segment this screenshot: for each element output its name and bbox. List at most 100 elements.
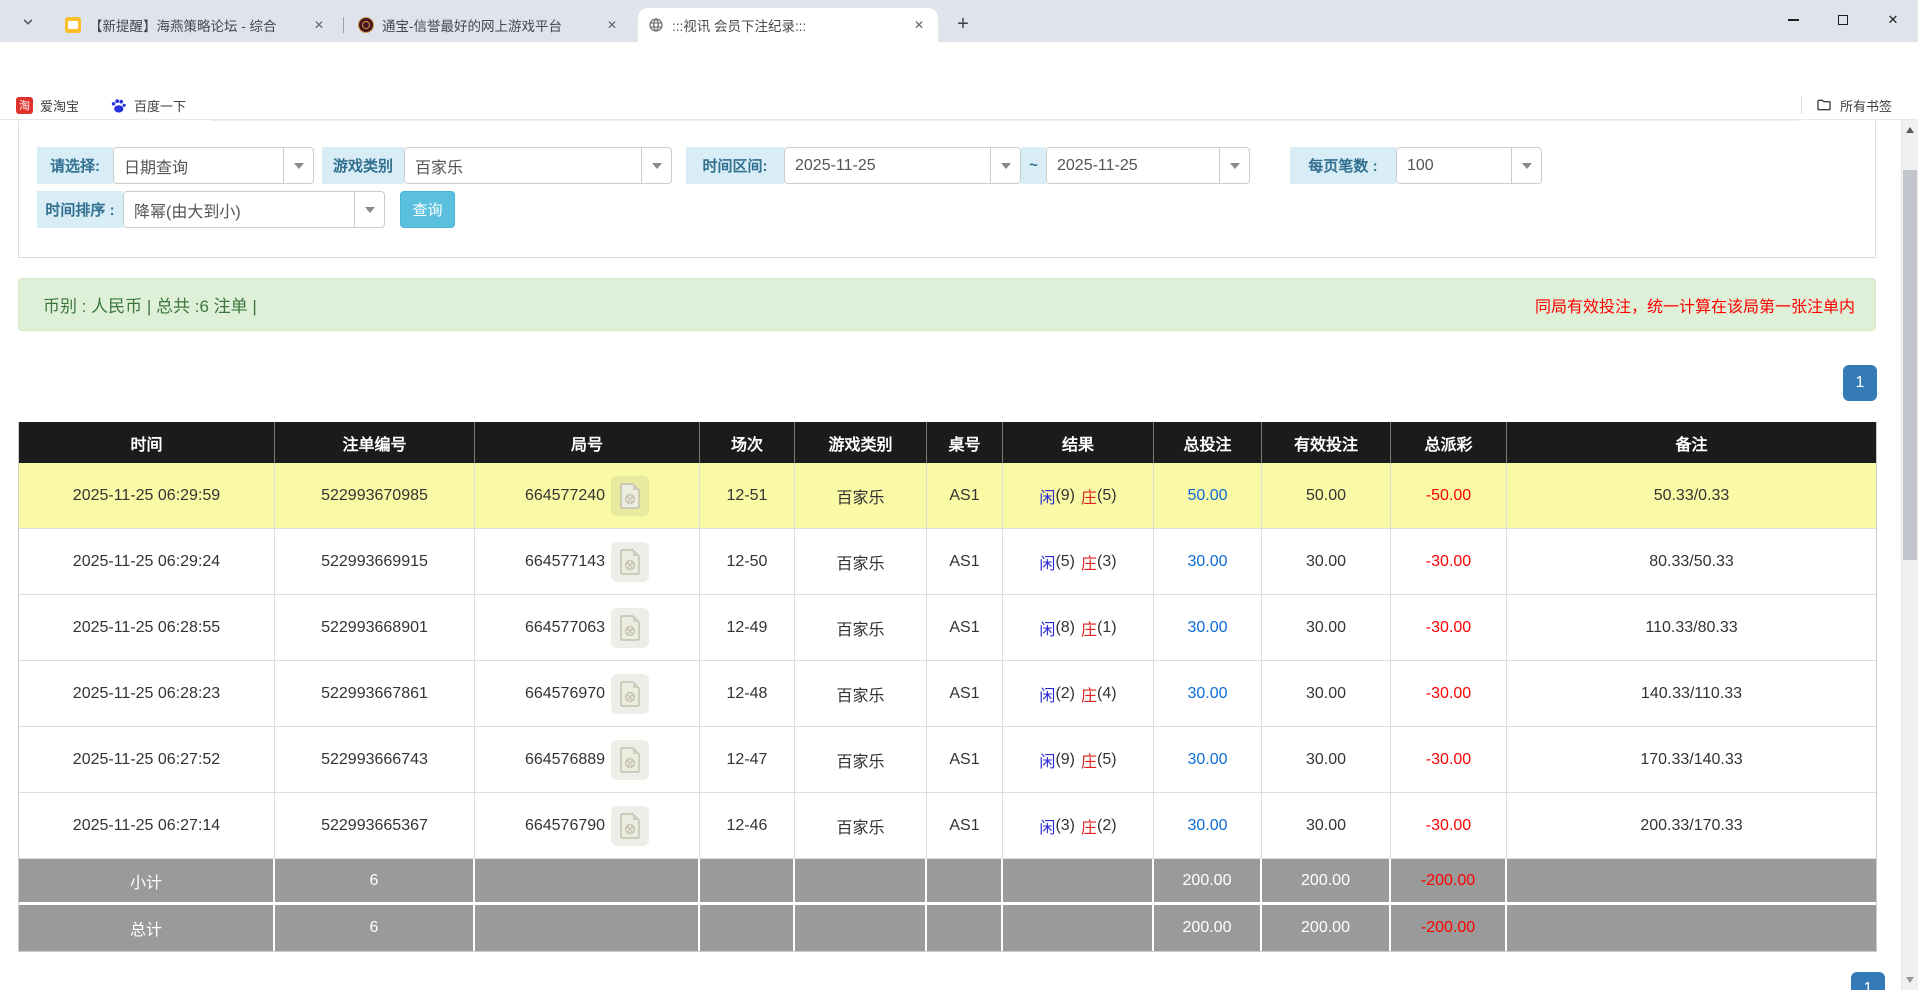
result-banker-label: 庄 (1081, 682, 1097, 706)
browser-tab-forum[interactable]: 【新提醒】海燕策略论坛 - 综合 ✕ (55, 8, 338, 42)
vertical-scrollbar[interactable] (1901, 120, 1918, 990)
video-replay-icon[interactable] (611, 806, 649, 846)
window-maximize-button[interactable] (1818, 0, 1868, 40)
scroll-up-arrow-icon[interactable] (1906, 127, 1914, 133)
result-player-label: 闲 (1039, 484, 1055, 508)
subtotal-empty-cell (927, 859, 1003, 905)
date-from-select[interactable]: 2025-11-25 (784, 147, 1021, 184)
cell-result: 闲(3)庄(2) (1003, 793, 1154, 859)
chevron-down-icon[interactable] (1511, 148, 1541, 183)
video-replay-icon[interactable] (611, 740, 649, 780)
subtotal-empty-cell (475, 859, 700, 905)
time-sort-select[interactable]: 降幂(由大到小) (123, 191, 385, 228)
search-button[interactable]: 查询 (400, 191, 455, 228)
new-tab-button[interactable]: + (950, 12, 976, 38)
chevron-down-icon[interactable] (354, 192, 384, 227)
result-banker-score: (3) (1097, 553, 1117, 571)
header-bet-id: 注单编号 (275, 422, 475, 463)
cell-game-type: 百家乐 (795, 463, 927, 529)
bookmark-baidu[interactable]: 百度一下 (110, 93, 186, 117)
cell-total-bet: 30.00 (1154, 595, 1262, 661)
subtotal-empty-cell (1003, 859, 1154, 905)
result-player-score: (9) (1055, 751, 1075, 769)
scroll-down-arrow-icon[interactable] (1906, 977, 1914, 983)
cell-time: 2025-11-25 06:28:55 (19, 595, 275, 661)
result-player-score: (8) (1055, 619, 1075, 637)
cell-remark: 110.33/80.33 (1507, 595, 1876, 661)
round-id-text: 664577143 (525, 553, 605, 571)
tab-search-chevron-icon[interactable] (16, 13, 40, 31)
all-bookmarks-button[interactable]: 所有书签 (1801, 93, 1892, 117)
video-replay-icon[interactable] (611, 608, 649, 648)
cell-game-type: 百家乐 (795, 793, 927, 859)
subtotal-label: 小计 (19, 859, 275, 905)
game-category-label: 游戏类别 (322, 147, 404, 184)
round-id-text: 664576790 (525, 817, 605, 835)
tab-title: 【新提醒】海燕策略论坛 - 综合 (89, 15, 302, 35)
page-size-select[interactable]: 100 (1396, 147, 1542, 184)
chevron-down-icon[interactable] (283, 148, 313, 183)
header-result: 结果 (1003, 422, 1154, 463)
header-round-id: 局号 (475, 422, 700, 463)
browser-tab-active-betrecord[interactable]: :::视讯 会员下注纪录::: ✕ (638, 8, 938, 42)
chevron-down-icon[interactable] (641, 148, 671, 183)
result-player-label: 闲 (1039, 748, 1055, 772)
header-valid-bet: 有效投注 (1262, 422, 1391, 463)
cell-valid-bet: 30.00 (1262, 727, 1391, 793)
header-session: 场次 (700, 422, 795, 463)
cell-session: 12-46 (700, 793, 795, 859)
date-range-separator: ~ (1021, 147, 1046, 184)
cell-total-bet: 30.00 (1154, 661, 1262, 727)
pagination-bottom-page-1-button[interactable]: 1 (1851, 972, 1885, 990)
result-player-label: 闲 (1039, 814, 1055, 838)
video-replay-icon[interactable] (611, 542, 649, 582)
query-type-select[interactable]: 日期查询 (113, 147, 314, 184)
date-to-select[interactable]: 2025-11-25 (1046, 147, 1250, 184)
cell-bet-id: 522993666743 (275, 727, 475, 793)
total-valid-bet: 200.00 (1262, 905, 1391, 951)
cell-remark: 80.33/50.33 (1507, 529, 1876, 595)
cell-valid-bet: 30.00 (1262, 529, 1391, 595)
bookmark-taobao[interactable]: 淘 爱淘宝 (16, 93, 79, 117)
round-id-text: 664576889 (525, 751, 605, 769)
cell-bet-id: 522993667861 (275, 661, 475, 727)
result-player-score: (3) (1055, 817, 1075, 835)
date-from-value: 2025-11-25 (785, 157, 990, 175)
tab-close-icon[interactable]: ✕ (910, 16, 928, 34)
cell-table-no: AS1 (927, 661, 1003, 727)
cell-session: 12-49 (700, 595, 795, 661)
scrollbar-thumb[interactable] (1903, 170, 1917, 560)
forum-favicon-icon (65, 17, 81, 33)
chevron-down-icon[interactable] (1219, 148, 1249, 183)
tab-close-icon[interactable]: ✕ (310, 16, 328, 34)
tab-close-icon[interactable]: ✕ (603, 16, 621, 34)
folder-icon (1816, 97, 1832, 113)
cell-bet-id: 522993669915 (275, 529, 475, 595)
date-to-value: 2025-11-25 (1047, 157, 1219, 175)
cell-round-id: 664577240 (475, 463, 700, 529)
divider (1801, 96, 1802, 114)
cell-valid-bet: 30.00 (1262, 661, 1391, 727)
chevron-down-icon[interactable] (990, 148, 1020, 183)
round-id-text: 664576970 (525, 685, 605, 703)
cell-round-id: 664577063 (475, 595, 700, 661)
result-player-score: (9) (1055, 487, 1075, 505)
cell-payout: -30.00 (1391, 727, 1507, 793)
header-table-no: 桌号 (927, 422, 1003, 463)
browser-tab-tongbao[interactable]: 通宝-信誉最好的网上游戏平台 ✕ (348, 8, 631, 42)
pagination-page-1-button[interactable]: 1 (1843, 365, 1877, 401)
globe-favicon-icon (648, 17, 664, 33)
cell-session: 12-50 (700, 529, 795, 595)
window-close-button[interactable]: ✕ (1868, 0, 1918, 40)
time-range-label: 时间区间: (686, 147, 784, 184)
taobao-icon: 淘 (16, 97, 33, 114)
baidu-paw-icon (110, 97, 127, 114)
cell-result: 闲(5)庄(3) (1003, 529, 1154, 595)
game-category-select[interactable]: 百家乐 (404, 147, 672, 184)
video-replay-icon[interactable] (611, 476, 649, 516)
video-replay-icon[interactable] (611, 674, 649, 714)
window-minimize-button[interactable] (1768, 0, 1818, 40)
filter-panel (18, 121, 1876, 258)
cell-total-bet: 50.00 (1154, 463, 1262, 529)
browser-navbar: bjbj.xyz/ipl/portal.php/game/betrecord_s… (0, 42, 1918, 90)
